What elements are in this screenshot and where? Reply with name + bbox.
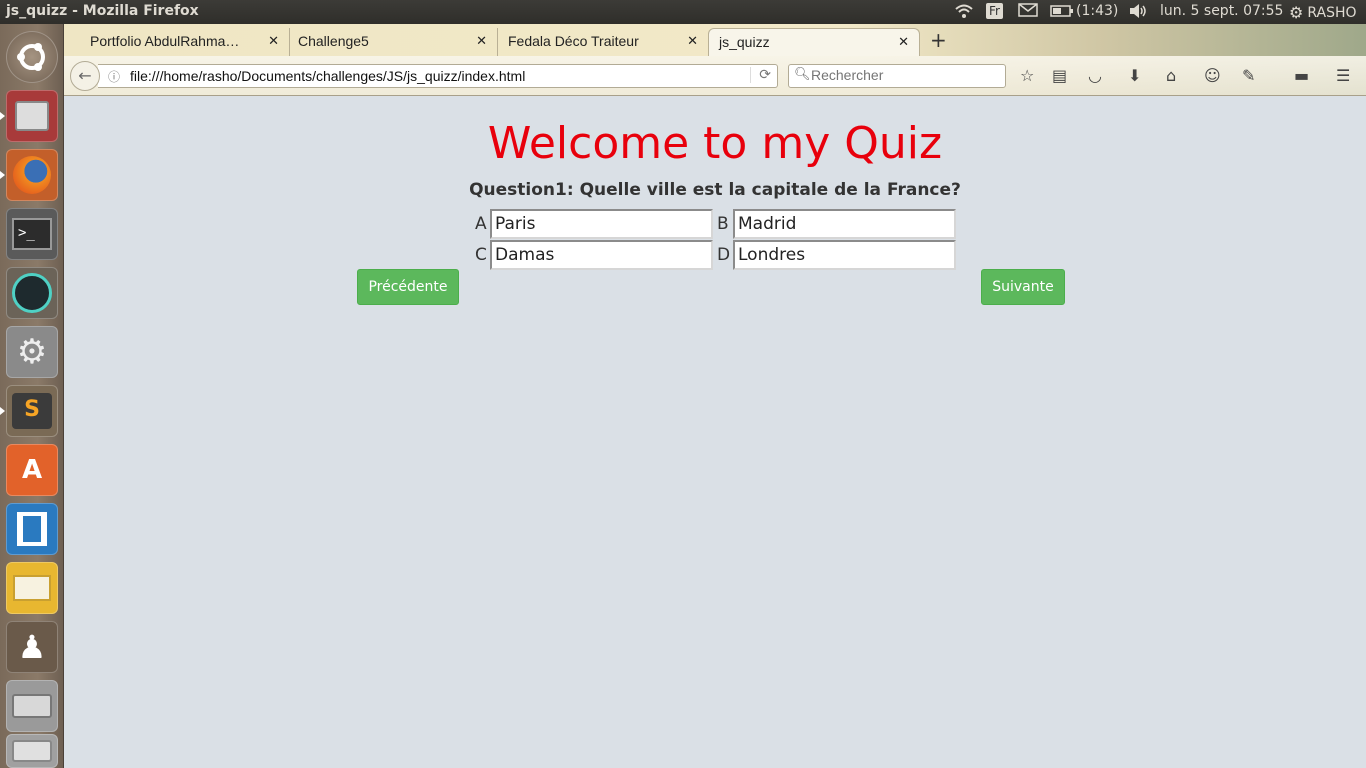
- battery-icon: [1050, 5, 1073, 17]
- option-d-field[interactable]: Londres: [733, 240, 956, 270]
- info-icon[interactable]: ⓘ: [108, 68, 120, 85]
- pocket-icon[interactable]: ◡: [1088, 66, 1102, 85]
- tab-label: Fedala Déco Traiteur: [508, 33, 639, 49]
- new-tab-button[interactable]: +: [930, 28, 947, 52]
- tab-js-quizz[interactable]: js_quizz ✕: [708, 28, 920, 56]
- software-center-icon[interactable]: A: [6, 444, 58, 496]
- search-input[interactable]: [811, 67, 1001, 83]
- tab-portfolio[interactable]: Portfolio AbdulRahma… ✕: [66, 28, 290, 56]
- username: RASHO: [1307, 4, 1357, 21]
- page-title: Welcome to my Quiz: [487, 118, 943, 169]
- tab-fedala[interactable]: Fedala Déco Traiteur ✕: [498, 28, 708, 56]
- volume-icon[interactable]: [1128, 3, 1148, 19]
- search-box[interactable]: 🔍︎: [788, 64, 1006, 88]
- option-b-letter: B: [717, 214, 729, 234]
- drive-icon[interactable]: [6, 680, 58, 732]
- developer-tools-icon[interactable]: ✎: [1242, 66, 1255, 85]
- files-icon[interactable]: [6, 90, 58, 142]
- extension-icon[interactable]: ▬: [1294, 66, 1309, 85]
- mail-icon[interactable]: [6, 562, 58, 614]
- sublime-text-icon[interactable]: S: [6, 385, 58, 437]
- unity-launcher: >_ ⚙ S A ♟: [0, 24, 64, 768]
- back-button[interactable]: ←: [70, 61, 100, 91]
- smiley-icon[interactable]: ☺: [1204, 66, 1221, 85]
- close-tab-icon[interactable]: ✕: [268, 33, 279, 49]
- option-a-field[interactable]: Paris: [490, 209, 713, 239]
- url-bar[interactable]: ⓘ file:///home/rasho/Documents/challenge…: [98, 64, 778, 88]
- brackets-icon[interactable]: [6, 503, 58, 555]
- mail-icon[interactable]: [1018, 3, 1038, 17]
- tab-label: Challenge5: [298, 33, 369, 49]
- top-panel: js_quizz - Mozilla Firefox Fr (1:43) lun…: [0, 0, 1366, 24]
- tab-label: js_quizz: [719, 34, 770, 50]
- system-settings-icon[interactable]: ⚙: [6, 326, 58, 378]
- option-a-letter: A: [475, 214, 487, 234]
- question-text: Question1: Quelle ville est la capitale …: [469, 180, 961, 200]
- bookmarks-menu-icon[interactable]: ▤: [1052, 66, 1067, 85]
- trash-icon[interactable]: [6, 734, 58, 768]
- close-tab-icon[interactable]: ✕: [898, 34, 909, 50]
- gear-icon: ⚙: [1289, 3, 1304, 22]
- hamburger-menu-icon[interactable]: ☰: [1336, 66, 1350, 85]
- terminal-icon[interactable]: >_: [6, 208, 58, 260]
- url-text: file:///home/rasho/Documents/challenges/…: [130, 68, 526, 84]
- option-d-letter: D: [717, 245, 731, 265]
- page-content: Welcome to my Quiz Question1: Quelle vil…: [64, 96, 1366, 768]
- close-tab-icon[interactable]: ✕: [476, 33, 487, 49]
- reload-icon[interactable]: ⟳: [750, 67, 771, 83]
- search-icon: 🔍︎: [794, 67, 811, 82]
- navigation-toolbar: ⓘ file:///home/rasho/Documents/challenge…: [64, 56, 1366, 96]
- back-arrow-icon: ←: [78, 66, 92, 85]
- firefox-icon[interactable]: [6, 149, 58, 201]
- previous-button[interactable]: Précédente: [357, 269, 459, 305]
- close-tab-icon[interactable]: ✕: [687, 33, 698, 49]
- tab-challenge5[interactable]: Challenge5 ✕: [290, 28, 498, 56]
- browser-chrome: Portfolio AbdulRahma… ✕ Challenge5 ✕ Fed…: [64, 24, 1366, 96]
- battery-time: (1:43): [1076, 3, 1119, 19]
- option-b-field[interactable]: Madrid: [733, 209, 956, 239]
- bookmark-star-icon[interactable]: ☆: [1020, 66, 1034, 85]
- wifi-icon[interactable]: [954, 3, 974, 19]
- tab-label: Portfolio AbdulRahma…: [90, 33, 240, 49]
- home-icon[interactable]: ⌂: [1166, 66, 1176, 85]
- battery-indicator[interactable]: (1:43): [1050, 3, 1118, 19]
- option-c-letter: C: [475, 245, 487, 265]
- ubuntu-dash-icon[interactable]: [6, 31, 58, 83]
- chess-icon[interactable]: ♟: [6, 621, 58, 673]
- option-c-field[interactable]: Damas: [490, 240, 713, 270]
- gitkraken-icon[interactable]: [6, 267, 58, 319]
- keyboard-layout-indicator[interactable]: Fr: [986, 3, 1003, 19]
- clock[interactable]: lun. 5 sept. 07:55: [1160, 3, 1283, 19]
- window-title: js_quizz - Mozilla Firefox: [6, 3, 199, 19]
- downloads-icon[interactable]: ⬇: [1128, 66, 1141, 85]
- session-menu[interactable]: ⚙ RASHO: [1289, 3, 1357, 22]
- next-button[interactable]: Suivante: [981, 269, 1065, 305]
